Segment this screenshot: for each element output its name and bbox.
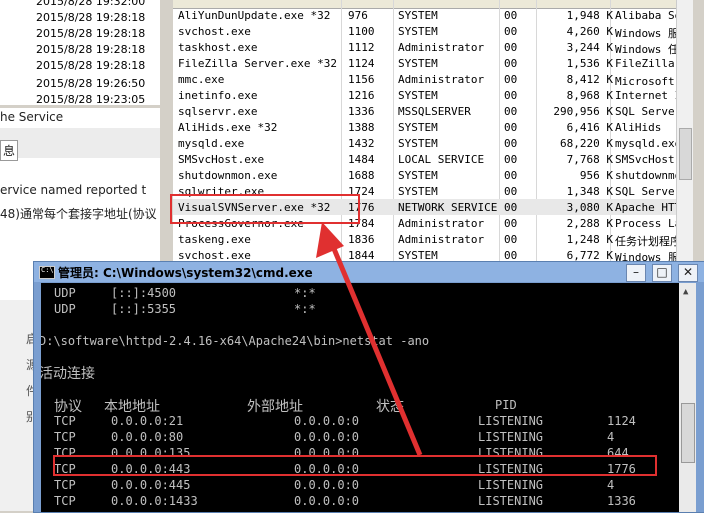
annotation-arrow (316, 222, 423, 456)
arrow-head (316, 222, 344, 258)
arrow-shaft (329, 243, 423, 456)
